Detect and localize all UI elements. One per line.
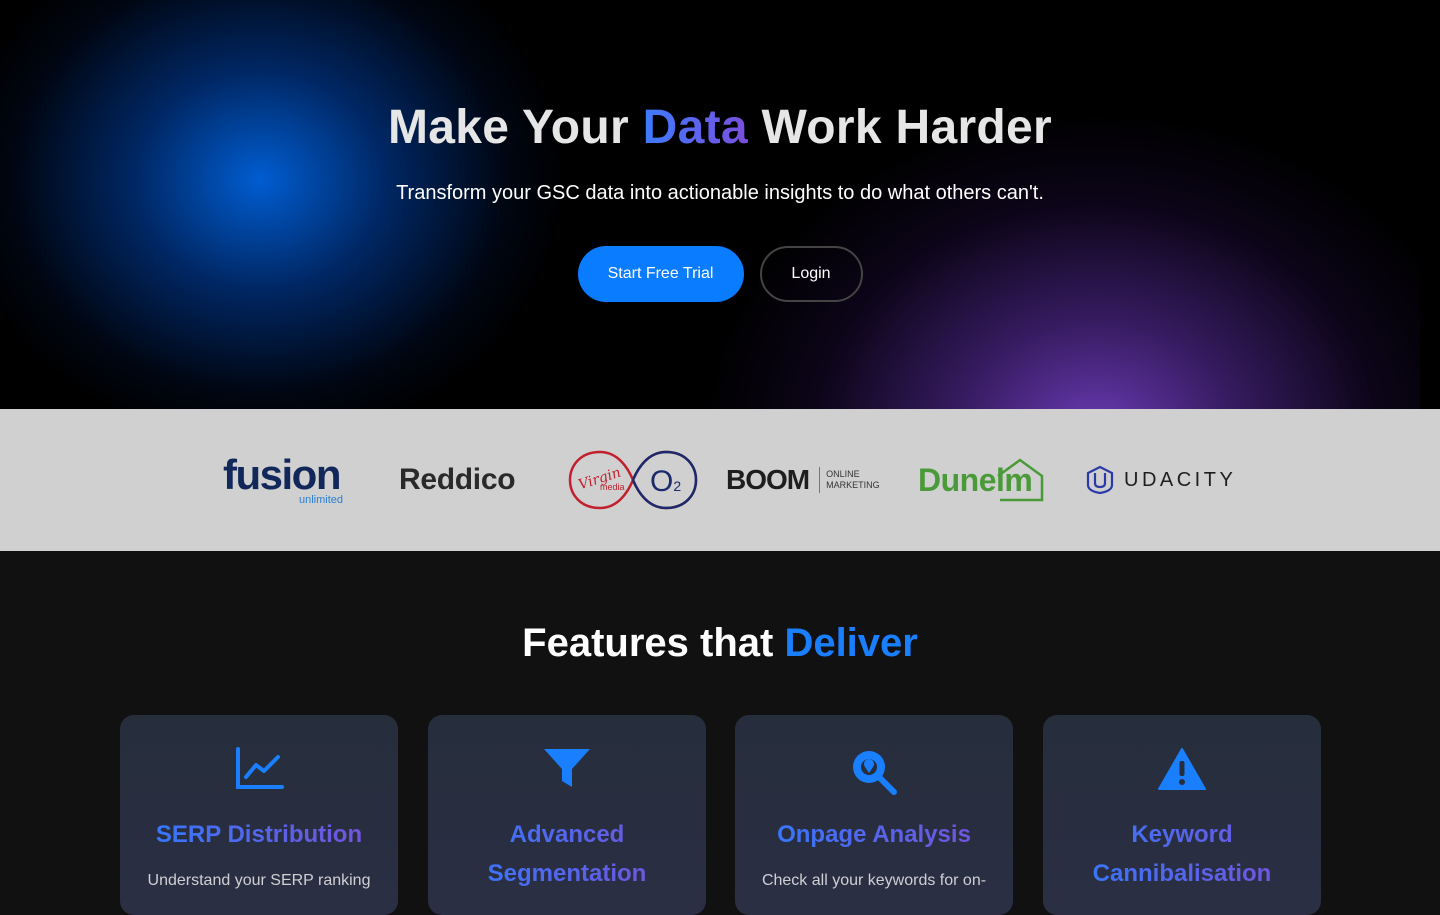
filter-icon <box>428 747 706 791</box>
hero-section: Make Your Data Work Harder Transform you… <box>0 0 1440 409</box>
feature-card-advanced-segmentation[interactable]: Advanced Segmentation <box>428 715 706 915</box>
hero-title-accent: Data <box>642 101 748 154</box>
client-logos-bar: fusion unlimited Reddico Virgin media O2… <box>0 409 1440 551</box>
o2-logo-text: O2 <box>650 465 681 499</box>
feature-card-onpage-analysis[interactable]: Onpage Analysis Check all your keywords … <box>735 715 1013 915</box>
reddico-logo: Reddico <box>399 409 516 551</box>
virgin-media-o2-logo: Virgin media O2 <box>566 409 700 551</box>
features-section: Features that Deliver SERP Distribution … <box>0 551 1440 915</box>
features-title: Features that Deliver <box>0 621 1440 666</box>
hero-actions: Start Free Trial Login <box>0 246 1440 302</box>
reddico-logo-text: Reddico <box>399 463 516 496</box>
warning-icon <box>1043 747 1321 791</box>
boom-logo-text: BOOM <box>726 464 810 495</box>
udacity-mark-icon <box>1086 465 1114 495</box>
hero-title-end: Work Harder <box>747 101 1053 154</box>
fusion-logo-subtext: unlimited <box>298 494 343 506</box>
feature-card-title: Onpage Analysis <box>745 815 1003 854</box>
o2-letter: O <box>650 465 674 498</box>
feature-card-keyword-cannibalisation[interactable]: Keyword Cannibalisation <box>1043 715 1321 915</box>
boom-tagline: ONLINE MARKETING <box>826 469 880 491</box>
boom-logo: BOOM ONLINE MARKETING <box>726 409 880 551</box>
search-icon <box>735 747 1013 795</box>
media-logo-text: media <box>600 482 625 492</box>
boom-divider <box>819 467 821 493</box>
hero-subtitle: Transform your GSC data into actionable … <box>396 182 1044 204</box>
feature-card-description: Understand your SERP ranking <box>147 872 371 889</box>
dunelm-logo: Dunelm <box>918 409 1044 551</box>
features-title-accent: Deliver <box>784 621 918 665</box>
boom-tagline-line1: ONLINE <box>826 469 860 479</box>
udacity-logo-text: UDACITY <box>1124 468 1237 491</box>
start-free-trial-button[interactable]: Start Free Trial <box>577 246 744 302</box>
feature-card-description: Check all your keywords for on- <box>761 872 987 889</box>
feature-card-title: Advanced Segmentation <box>438 815 696 893</box>
fusion-logo-text: fusion <box>223 451 341 498</box>
features-title-start: Features that <box>522 621 785 665</box>
login-button[interactable]: Login <box>759 246 863 302</box>
boom-tagline-line2: MARKETING <box>826 480 880 490</box>
feature-card-serp-distribution[interactable]: SERP Distribution Understand your SERP r… <box>120 715 398 915</box>
o2-number: 2 <box>673 478 682 494</box>
udacity-logo: UDACITY <box>1086 409 1236 551</box>
feature-card-title: SERP Distribution <box>130 815 388 854</box>
hero-title-start: Make Your <box>387 101 643 154</box>
hero-title: Make Your Data Work Harder <box>0 100 1440 155</box>
dunelm-logo-text: Dunelm <box>918 461 1033 498</box>
line-chart-icon <box>120 747 398 791</box>
feature-card-title: Keyword Cannibalisation <box>1053 815 1311 893</box>
fusion-logo: fusion unlimited <box>223 409 345 551</box>
